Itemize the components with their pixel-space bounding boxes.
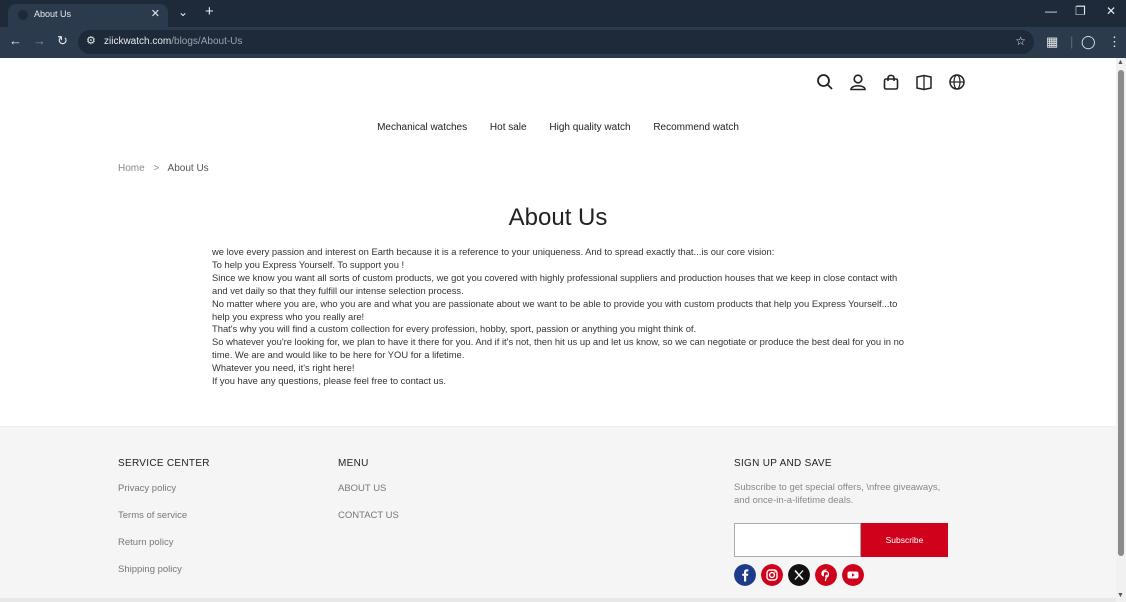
content-line: Whatever you need, it's right here!	[212, 362, 355, 374]
browser-tab-strip: About Us ✕ ⌄ + — ❐ ✕	[0, 0, 1126, 27]
breadcrumb-current: About Us	[167, 163, 209, 174]
nav-item-high-quality-watch[interactable]: High quality watch	[549, 122, 630, 133]
bookmark-star-icon[interactable]: ☆	[1015, 34, 1026, 48]
address-url[interactable]: ziickwatch.com/blogs/About-Us	[104, 36, 242, 47]
book-icon[interactable]	[915, 73, 933, 91]
content-line: If you have any questions, please feel f…	[212, 375, 446, 387]
service-center-heading: SERVICE CENTER	[118, 458, 210, 469]
content-line: Since we know you want all sorts of cust…	[212, 271, 898, 283]
browser-toolbar: ← → ↻ ⚙ ziickwatch.com/blogs/About-Us ☆ …	[0, 27, 1126, 58]
signup-heading: SIGN UP AND SAVE	[734, 458, 832, 469]
facebook-icon[interactable]	[734, 564, 756, 586]
page-title: About Us	[508, 204, 608, 231]
search-icon[interactable]	[816, 73, 834, 91]
content-line: That's why you will find a custom collec…	[212, 323, 697, 335]
shipping-policy-link[interactable]: Shipping policy	[118, 564, 182, 575]
content-line: help you express who you really are!	[212, 310, 365, 322]
terms-of-service-link[interactable]: Terms of service	[118, 510, 187, 521]
content-line: we love every passion and interest on Ea…	[212, 246, 775, 257]
url-domain: ziickwatch.com	[104, 36, 172, 47]
main-navigation: Mechanical watches Hot sale High quality…	[0, 122, 1116, 133]
web-page: Mechanical watches Hot sale High quality…	[0, 58, 1116, 602]
pinterest-icon[interactable]	[815, 564, 837, 586]
browser-tab[interactable]: About Us ✕	[8, 4, 168, 27]
nav-item-recommend-watch[interactable]: Recommend watch	[653, 122, 739, 133]
return-policy-link[interactable]: Return policy	[118, 537, 173, 548]
page-bottom-edge	[0, 598, 1116, 602]
restore-icon[interactable]: ❐	[1075, 4, 1086, 18]
breadcrumb: Home > About Us	[118, 163, 209, 174]
new-tab-button[interactable]: +	[205, 3, 214, 20]
nav-item-hot-sale[interactable]: Hot sale	[490, 122, 527, 133]
menu-heading: MENU	[338, 458, 369, 469]
content-line: and vet daily so that they fulfill our i…	[212, 284, 464, 296]
cart-icon[interactable]	[882, 73, 900, 91]
social-links	[734, 564, 864, 586]
globe-icon[interactable]	[948, 73, 966, 91]
address-bar[interactable]: ⚙ ziickwatch.com/blogs/About-Us ☆	[78, 30, 1034, 54]
breadcrumb-separator: >	[153, 163, 160, 174]
subscribe-button[interactable]: Subscribe	[861, 523, 948, 557]
youtube-icon[interactable]	[842, 564, 864, 586]
browser-menu-icon[interactable]: ⋮	[1108, 34, 1121, 50]
minimize-icon[interactable]: —	[1045, 4, 1057, 18]
x-icon[interactable]	[788, 564, 810, 586]
signup-description: Subscribe to get special offers, \nfree …	[734, 482, 941, 506]
content-line: To help you Express Yourself. To support…	[212, 258, 405, 270]
email-field[interactable]	[734, 523, 861, 557]
tab-close-icon[interactable]: ✕	[151, 7, 160, 20]
back-icon[interactable]: ←	[9, 33, 22, 48]
window-close-icon[interactable]: ✕	[1106, 4, 1116, 18]
scrollbar-thumb[interactable]	[1118, 70, 1124, 556]
account-icon[interactable]	[849, 73, 867, 91]
about-us-link[interactable]: ABOUT US	[338, 483, 386, 494]
nav-item-mechanical-watches[interactable]: Mechanical watches	[377, 122, 467, 133]
content-line: So whatever you're looking for, we plan …	[212, 336, 905, 348]
content-line: time. We are and would like to be here f…	[212, 349, 465, 361]
site-favicon-icon	[18, 10, 28, 20]
site-info-icon[interactable]: ⚙	[86, 34, 96, 47]
tab-search-chevron-icon[interactable]: ⌄	[178, 5, 188, 19]
url-path: /blogs/About-Us	[171, 36, 243, 47]
toolbar-divider: |	[1070, 34, 1074, 49]
breadcrumb-home[interactable]: Home	[118, 163, 145, 174]
contact-us-link[interactable]: CONTACT US	[338, 510, 399, 521]
scroll-down-icon[interactable]: ▼	[1117, 592, 1124, 599]
about-content: we love every passion and interest on Ea…	[212, 246, 907, 388]
content-line: No matter where you are, who you are and…	[212, 297, 898, 309]
profile-icon[interactable]: ◯	[1081, 34, 1096, 50]
scroll-up-icon[interactable]: ▲	[1117, 59, 1124, 66]
site-footer: SERVICE CENTER Privacy policy Terms of s…	[0, 426, 1116, 602]
forward-icon[interactable]: →	[33, 33, 46, 48]
reload-icon[interactable]: ↻	[57, 33, 68, 49]
privacy-policy-link[interactable]: Privacy policy	[118, 483, 176, 494]
header-icons	[816, 73, 966, 91]
tab-title: About Us	[34, 9, 72, 19]
page-scrollbar[interactable]: ▲ ▼	[1116, 58, 1126, 602]
extensions-icon[interactable]: ▦	[1046, 34, 1058, 50]
instagram-icon[interactable]	[761, 564, 783, 586]
